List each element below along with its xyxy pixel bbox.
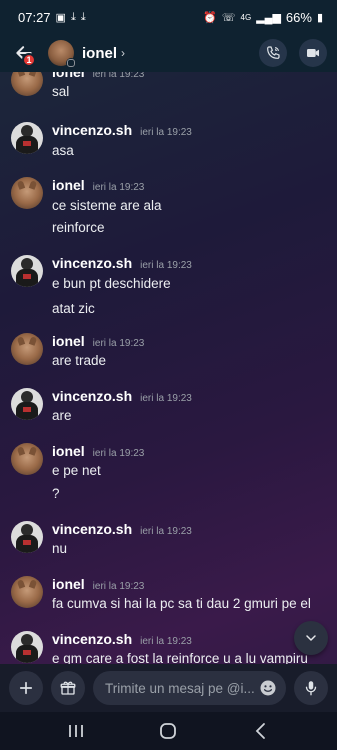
message-text: e bun pt deschidere (52, 276, 171, 291)
gallery-notification-icon: ▣ (55, 11, 66, 24)
message-text: asa (52, 143, 74, 158)
message-timestamp: ieri la 19:23 (92, 338, 145, 349)
avatar[interactable] (11, 72, 43, 96)
message-text: fa cumva si hai la pc sa ti dau 2 gmuri … (52, 596, 311, 611)
message-text: reinforce (52, 220, 105, 235)
recent-apps-icon (69, 725, 84, 737)
message-input[interactable]: Trimite un mesaj pe @i... (93, 671, 286, 705)
message-author[interactable]: vincenzo.sh (52, 122, 132, 138)
avatar[interactable] (11, 177, 43, 209)
phone-icon (267, 46, 280, 59)
message-timestamp: ieri la 19:23 (140, 127, 192, 138)
battery-icon: ▮ (316, 11, 323, 24)
message-text: are trade (52, 353, 107, 368)
system-navigation-bar (0, 712, 337, 750)
chat-title[interactable]: ionel (82, 45, 117, 62)
avatar[interactable] (11, 631, 43, 663)
avatar[interactable] (11, 388, 43, 420)
home-button[interactable] (153, 719, 183, 743)
download-icon: ⤓ (70, 10, 76, 23)
alarm-icon: ⏰ (203, 11, 217, 24)
avatar[interactable] (11, 122, 43, 154)
message-list[interactable]: ionel ieri la 19:23 sal vincenzo.sh ieri… (0, 72, 337, 664)
avatar[interactable] (11, 333, 43, 365)
message-text: atat zic (52, 301, 95, 316)
home-icon (160, 723, 177, 739)
add-attachment-button[interactable] (9, 671, 43, 705)
message-composer: Trimite un mesaj pe @i... (0, 664, 337, 712)
message-text: sal (52, 84, 70, 99)
message-author[interactable]: vincenzo.sh (52, 255, 132, 271)
message-input-placeholder: Trimite un mesaj pe @i... (105, 680, 255, 696)
chevron-down-icon (306, 635, 316, 641)
avatar[interactable] (11, 255, 43, 287)
wifi-calling-icon: ☏ (221, 11, 236, 24)
message-author[interactable]: vincenzo.sh (52, 521, 132, 537)
message-author[interactable]: vincenzo.sh (52, 388, 132, 404)
avatar[interactable] (11, 576, 43, 608)
message-text: e gm care a fost la reinforce u a lu vam… (52, 651, 308, 664)
message-timestamp: ieri la 19:23 (92, 581, 145, 592)
message-timestamp: ieri la 19:23 (92, 448, 145, 459)
emoji-icon[interactable] (258, 678, 278, 698)
recent-apps-button[interactable] (61, 719, 91, 743)
plus-icon (19, 681, 33, 695)
network-type: 4G (240, 12, 252, 22)
status-offline-icon (66, 58, 76, 68)
video-call-button[interactable] (299, 39, 327, 67)
message-author[interactable]: ionel (52, 177, 85, 193)
battery-level: 66% (285, 9, 312, 25)
status-time: 07:27 (18, 9, 51, 25)
gift-icon (60, 681, 76, 695)
message-author[interactable]: vincenzo.sh (52, 631, 132, 647)
unread-badge: 1 (22, 53, 36, 67)
voice-call-button[interactable] (259, 39, 287, 67)
voice-message-button[interactable] (294, 671, 328, 705)
message-timestamp: ieri la 19:23 (140, 260, 192, 271)
jump-to-bottom-button[interactable] (294, 621, 328, 655)
back-nav-icon (255, 723, 265, 739)
message-timestamp: ieri la 19:23 (140, 636, 192, 647)
message-text: ? (52, 486, 60, 501)
message-text: nu (52, 541, 68, 556)
download-icon-2: ⤓ (80, 10, 86, 23)
video-camera-icon (307, 49, 319, 57)
chat-header: 1 ionel › (0, 34, 337, 72)
message-text: ce sisteme are ala (52, 198, 162, 213)
signal-icon: ▂▄▆ (256, 11, 281, 24)
message-timestamp: ieri la 19:23 (140, 393, 192, 404)
status-bar: 07:27 ▣ ⤓ ⤓ ⏰ ☏ 4G ▂▄▆ 66% ▮ (0, 0, 337, 34)
message-timestamp: ieri la 19:23 (92, 72, 145, 80)
chevron-right-icon[interactable]: › (121, 46, 125, 60)
avatar[interactable] (11, 521, 43, 553)
back-nav-button[interactable] (246, 719, 276, 743)
message-author[interactable]: ionel (52, 333, 85, 349)
microphone-icon (305, 681, 317, 696)
back-button[interactable]: 1 (10, 39, 38, 67)
gift-button[interactable] (51, 671, 85, 705)
message-timestamp: ieri la 19:23 (92, 182, 145, 193)
avatar[interactable] (11, 443, 43, 475)
message-author[interactable]: ionel (52, 72, 85, 80)
avatar[interactable] (48, 40, 76, 68)
message-text: are (52, 408, 72, 423)
message-author[interactable]: ionel (52, 576, 85, 592)
message-author[interactable]: ionel (52, 443, 85, 459)
message-text: e pe net (52, 463, 101, 478)
message-timestamp: ieri la 19:23 (140, 526, 192, 537)
